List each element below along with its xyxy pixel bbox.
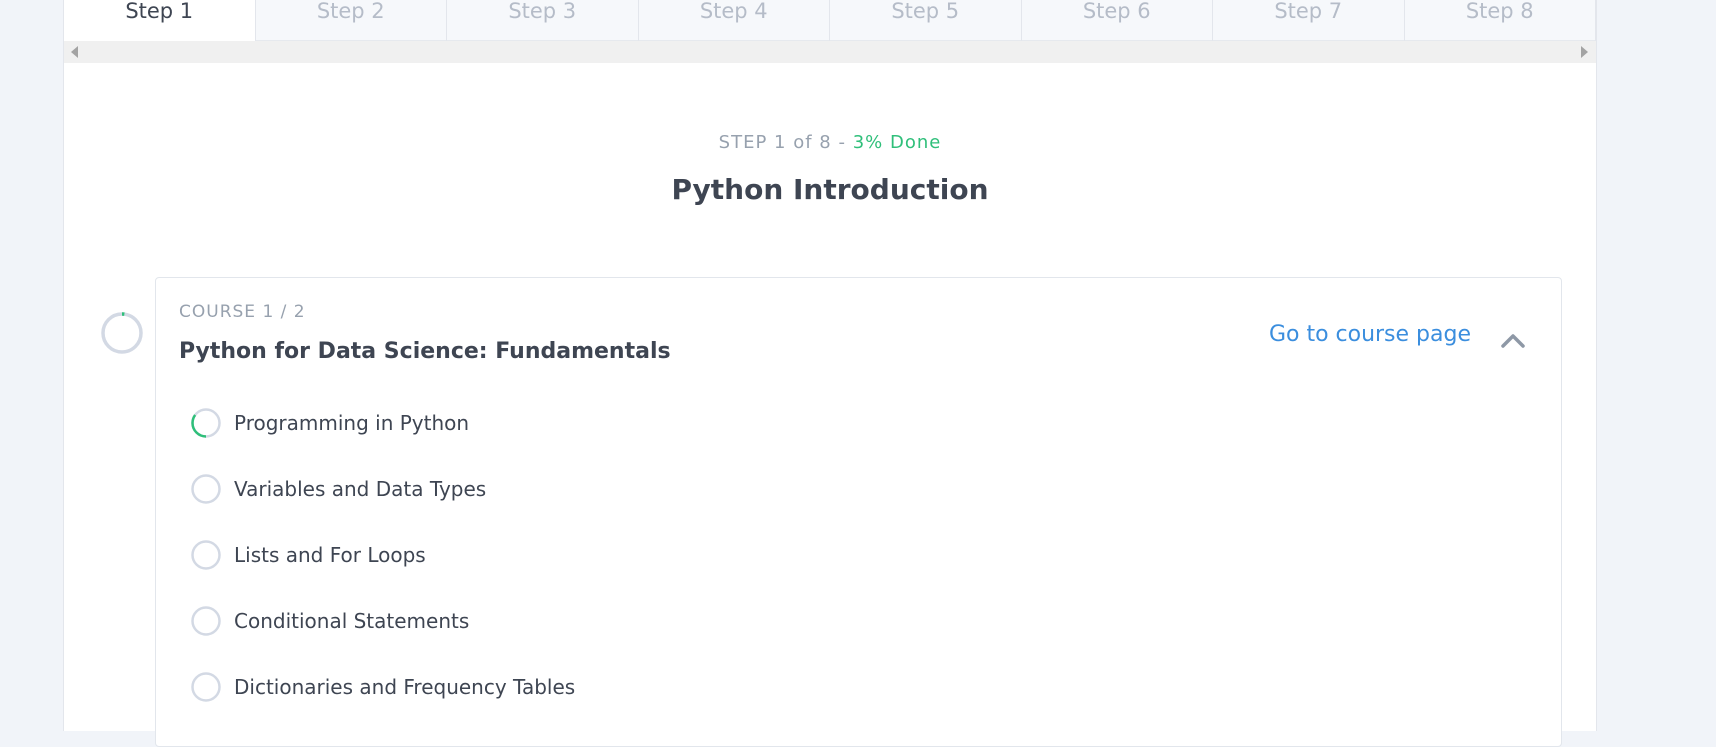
lesson-progress-ring-icon [191,606,221,636]
lesson-progress-ring-icon [191,540,221,570]
tab-step-8[interactable]: Step 8 [1405,0,1596,41]
lesson-label: Dictionaries and Frequency Tables [234,675,576,699]
chevron-up-icon[interactable] [1499,328,1527,352]
step-panel: Step 1 Step 2 Step 3 Step 4 Step 5 Step … [63,0,1597,747]
lesson-label: Conditional Statements [234,609,470,633]
step-progress-header: STEP 1 of 8 - 3% Done [64,132,1596,153]
course-title: Python for Data Science: Fundamentals [179,339,671,364]
step-counter: STEP 1 of 8 - [718,132,853,153]
lesson-label: Programming in Python [234,411,470,435]
lesson-item[interactable]: Lists and For Loops [190,538,890,572]
lesson-item[interactable]: Variables and Data Types [190,472,890,506]
scroll-left-icon[interactable] [71,46,78,58]
lesson-item[interactable]: Dictionaries and Frequency Tables [190,670,890,704]
lesson-item[interactable]: Programming in Python [190,406,890,440]
course-label: COURSE 1 / 2 [179,302,306,322]
tab-step-3[interactable]: Step 3 [447,0,639,41]
step-tabs: Step 1 Step 2 Step 3 Step 4 Step 5 Step … [64,0,1596,41]
scroll-right-icon[interactable] [1581,46,1588,58]
course-progress-ring-icon [101,312,143,354]
tab-step-1[interactable]: Step 1 [64,0,256,41]
page-title: Python Introduction [671,173,989,206]
go-to-course-link[interactable]: Go to course page [1269,322,1471,347]
tabs-scrollbar[interactable] [64,41,1596,63]
lesson-progress-ring-icon [191,672,221,702]
tab-step-7[interactable]: Step 7 [1213,0,1405,41]
lesson-progress-ring-icon [191,408,221,438]
lesson-progress-ring-icon [191,474,221,504]
tab-step-4[interactable]: Step 4 [639,0,830,41]
lesson-item[interactable]: Conditional Statements [190,604,890,638]
tab-step-2[interactable]: Step 2 [256,0,447,41]
course-card: COURSE 1 / 2 Python for Data Science: Fu… [155,277,1562,747]
tab-step-6[interactable]: Step 6 [1022,0,1213,41]
lesson-label: Lists and For Loops [234,543,426,567]
tab-step-5[interactable]: Step 5 [830,0,1022,41]
step-done-percent: 3% Done [852,132,942,153]
lesson-label: Variables and Data Types [234,477,487,501]
